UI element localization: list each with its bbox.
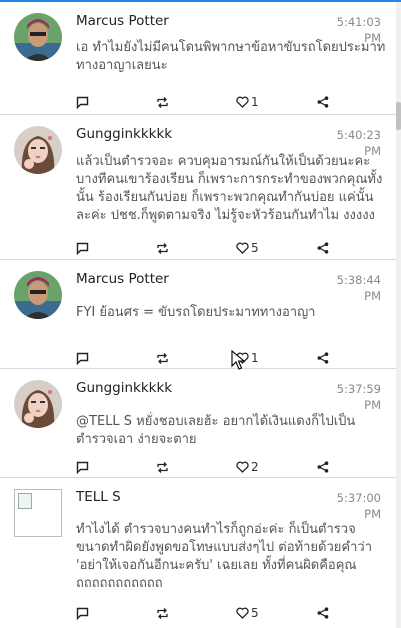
like-count: 1 [251, 95, 259, 109]
avatar[interactable] [14, 271, 62, 319]
comment-item: Marcus Potter 5:41:03 PM เอ ทำไมยังไม่มี… [0, 2, 396, 115]
share-button[interactable] [317, 459, 329, 475]
share-icon [317, 607, 329, 619]
share-icon [317, 96, 329, 108]
reply-button[interactable] [76, 240, 89, 256]
comment-text: เอ ทำไมยังไม่มีคนโดนพิพากษาข้อหาขับรถโดย… [76, 40, 386, 73]
author-name[interactable]: Gungginkkkkk [76, 380, 172, 396]
action-bar: 1 [76, 350, 336, 366]
comment-item: Marcus Potter 5:38:44 PM FYI ย้อนศร = ขั… [0, 260, 396, 369]
comment-icon [76, 352, 89, 365]
heart-icon [236, 96, 249, 108]
repost-icon [157, 461, 168, 473]
comment-icon [76, 242, 89, 255]
share-icon [317, 461, 329, 473]
share-button[interactable] [317, 350, 329, 366]
repost-button[interactable] [156, 94, 169, 110]
timestamp: 5:37:59 PM [336, 382, 381, 412]
like-button[interactable]: 1 [236, 94, 259, 110]
repost-button[interactable] [156, 350, 169, 366]
author-name[interactable]: TELL S [76, 489, 121, 505]
action-bar: 5 [76, 605, 336, 621]
reply-button[interactable] [76, 94, 89, 110]
reply-button[interactable] [76, 350, 89, 366]
repost-icon [157, 607, 168, 619]
avatar[interactable] [14, 13, 62, 61]
like-button[interactable]: 5 [236, 605, 259, 621]
author-name[interactable]: Gungginkkkkk [76, 126, 172, 142]
author-name[interactable]: Marcus Potter [76, 271, 169, 287]
heart-icon [236, 461, 249, 473]
comment-text: ทำไงได้ ตำรวจบางคนทำไรก็ถูกอ่ะค่ะ ก็เป็น… [76, 522, 372, 591]
repost-icon [157, 96, 168, 108]
scrollbar-thumb[interactable] [396, 102, 401, 130]
reply-button[interactable] [76, 459, 89, 475]
repost-icon [157, 352, 168, 364]
timestamp: 5:38:44 PM [336, 273, 381, 303]
like-button[interactable]: 2 [236, 459, 259, 475]
share-icon [317, 242, 329, 254]
like-button[interactable]: 5 [236, 240, 259, 256]
share-button[interactable] [317, 94, 329, 110]
comment-item: Gungginkkkkk 5:37:59 PM @TELL S หยั่งชอบ… [0, 369, 396, 478]
avatar[interactable] [14, 126, 62, 174]
heart-icon [236, 607, 249, 619]
action-bar: 2 [76, 459, 336, 475]
scrollbar-track[interactable] [396, 2, 401, 628]
mouse-cursor-icon [231, 350, 245, 370]
broken-image-icon [18, 493, 32, 509]
share-button[interactable] [317, 240, 329, 256]
share-icon [317, 352, 329, 364]
like-count: 2 [251, 460, 259, 474]
repost-icon [157, 242, 168, 254]
action-bar: 1 [76, 94, 336, 110]
comment-feed[interactable]: Marcus Potter 5:41:03 PM เอ ทำไมยังไม่มี… [0, 2, 396, 628]
comment-icon [76, 96, 89, 109]
comment-text: @TELL S หยั่งชอบเลยฮ้ะ อยากได้เงินแดงก็ไ… [76, 414, 356, 447]
repost-button[interactable] [156, 459, 169, 475]
comment-text: แล้วเป็นตำรวจอะ ควบคุมอารมณ์กันให้เป็นด้… [76, 154, 383, 223]
comment-icon [76, 461, 89, 474]
like-count: 5 [251, 241, 259, 255]
avatar[interactable] [14, 380, 62, 428]
author-name[interactable]: Marcus Potter [76, 13, 169, 29]
share-button[interactable] [317, 605, 329, 621]
repost-button[interactable] [156, 605, 169, 621]
comment-item: TELL S 5:37:00 PM ทำไงได้ ตำรวจบางคนทำไร… [0, 478, 396, 628]
like-count: 5 [251, 606, 259, 620]
comment-text: FYI ย้อนศร = ขับรถโดยประมาททางอาญา [76, 305, 316, 320]
reply-button[interactable] [76, 605, 89, 621]
comment-item: Gungginkkkkk 5:40:23 PM แล้วเป็นตำรวจอะ … [0, 115, 396, 260]
heart-icon [236, 242, 249, 254]
action-bar: 5 [76, 240, 336, 256]
timestamp: 5:37:00 PM [336, 491, 381, 521]
like-count: 1 [251, 351, 259, 365]
repost-button[interactable] [156, 240, 169, 256]
comment-icon [76, 607, 89, 620]
avatar[interactable] [14, 489, 62, 537]
